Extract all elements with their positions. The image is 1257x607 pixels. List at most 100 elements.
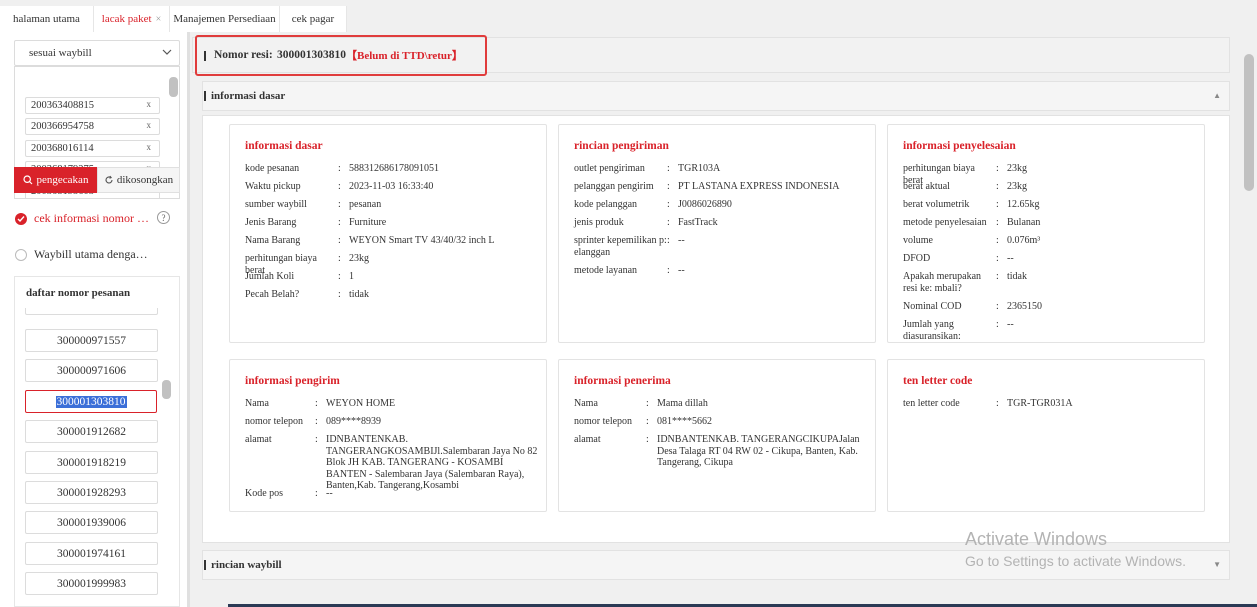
radio-icon [15,248,27,261]
card-title: informasi penyelesaian [903,140,1016,152]
card-title: informasi pengirim [245,375,340,387]
field-row: Waktu pickup:2023-11-03 16:33:40 [245,181,434,192]
field-row: DFOD: -- [903,253,1014,264]
field-row: alamat: IDNBANTENKAB. TANGERANGCIKUPAJala… [574,434,860,469]
field-row: pelanggan pengirim: PT LASTANA EXPRESS IN… [574,181,840,192]
list-item-text: 300001918219 [57,456,126,469]
chevron-down-icon [162,49,172,55]
field-row: Jenis Barang: Furniture [245,217,387,228]
field-row: Nama Barang: WEYON Smart TV 43/40/32 inch… [245,235,495,246]
waybill-chip: 200366954758 x [25,118,160,135]
list-item-selected[interactable]: 300001303810 [25,390,157,413]
list-item[interactable]: 300001912682 [25,420,158,443]
field-row: Jumlah Koli:1 [245,271,354,282]
caret-up-icon[interactable]: ▲ [1213,91,1221,100]
search-type-select[interactable]: sesuai waybill [14,40,180,66]
option-cek-informasi[interactable]: cek informasi nomor … [15,211,149,226]
search-button[interactable]: pengecakan [14,167,97,193]
main-scrollbar[interactable] [1244,54,1254,191]
list-item[interactable]: 300001939006 [25,511,158,534]
field-row: Jumlah yang diasuransikan:: -- [903,319,1014,342]
help-icon[interactable]: ? [157,211,170,224]
caret-down-icon[interactable]: ▼ [1213,560,1221,569]
list-item[interactable]: 300001918219 [25,451,158,474]
list-item-text: 300000971557 [57,334,126,347]
tab-label: halaman utama [13,13,80,25]
remove-icon[interactable]: x [147,99,152,109]
list-item-text: 300001928293 [57,486,126,499]
clear-button-label: dikosongkan [116,174,174,186]
search-button-label: pengecakan [36,174,89,186]
card-informasi-penerima: informasi penerima Nama: Mama dillah nomo… [558,359,876,512]
list-item[interactable]: 300001974161 [25,542,158,565]
section-title: informasi dasar [211,90,286,102]
list-item-text: 300001912682 [57,425,126,438]
list-item[interactable]: 300000971557 [25,329,158,352]
list-item-text: 300000971606 [57,364,126,377]
highlight-box [195,35,487,76]
option-waybill-utama[interactable]: Waybill utama denga… [15,247,148,262]
section-informasi-dasar[interactable]: informasi dasar ▲ [202,81,1230,111]
tab-label: lacak paket [101,13,152,25]
waybill-chip: 200368016114 x [25,140,160,157]
search-icon [22,175,32,185]
field-row: ten letter code: TGR-TGR031A [903,398,1073,409]
field-row: metode layanan: -- [574,265,685,276]
field-row: outlet pengiriman: TGR103A [574,163,721,174]
field-row: sumber waybill: pesanan [245,199,382,210]
remove-icon[interactable]: x [147,142,152,152]
tab-halaman-utama[interactable]: halaman utama [0,6,94,32]
orders-title: daftar nomor pesanan [14,276,180,308]
card-informasi-dasar: informasi dasar kode pesanan:58831268617… [229,124,547,343]
section-title: rincian waybill [211,559,282,571]
card-informasi-pengirim: informasi pengirim Nama: WEYON HOME nomor… [229,359,547,512]
card-rincian-pengiriman: rincian pengiriman outlet pengiriman: TGR… [558,124,876,343]
field-row: metode penyelesaian: Bulanan [903,217,1041,228]
check-icon [15,212,27,225]
list-item[interactable]: 300001928293 [25,481,158,504]
field-row: Nama: WEYON HOME [245,398,396,409]
field-row: alamat: IDNBANTENKAB. TANGERANGKOSAMBIJl.… [245,434,538,492]
tab-label: Manajemen Persediaan [173,13,276,25]
field-row: sprinter kepemilikan p: elanggan: -- [574,235,685,258]
tab-cek-pagar[interactable]: cek pagar [280,6,347,32]
list-item-text: 300001939006 [57,516,126,529]
order-list[interactable]: 30000097... 300000971557 300000971606 30… [14,308,180,607]
list-item-text: 300001303810 [55,395,127,408]
option-label: Waybill utama denga… [34,247,148,261]
remove-icon[interactable]: x [147,120,152,130]
card-ten-letter-code: ten letter code ten letter code: TGR-TGR0… [887,359,1205,512]
close-icon[interactable]: × [156,14,162,25]
tab-lacak-paket[interactable]: lacak paket × [94,6,170,32]
select-value: sesuai waybill [29,47,92,59]
windows-activation-title: Activate Windows [965,529,1108,549]
waybill-chip-text: 200366954758 [31,121,94,132]
card-title: informasi penerima [574,375,671,387]
field-row: Nama: Mama dillah [574,398,708,409]
list-item[interactable]: 300001999983 [25,572,158,595]
field-row: nomor telepon:089****8939 [245,416,381,427]
scrollbar[interactable] [162,380,171,399]
clear-button[interactable]: dikosongkan [97,167,180,193]
windows-activation-subtitle: Go to Settings to activate Windows. [965,553,1186,569]
field-row: kode pelanggan: J0086026890 [574,199,732,210]
field-row: jenis produk: FastTrack [574,217,718,228]
scrollbar[interactable] [169,77,178,97]
sidebar: sesuai waybill 200363408815 x 20036695475… [0,32,187,607]
list-item-text: 300001999983 [57,577,126,590]
waybill-chip-text: 200363408815 [31,100,94,111]
tab-manajemen-persediaan[interactable]: Manajemen Persediaan [170,6,280,32]
field-row: berat volumetrik:12.65kg [903,199,1040,210]
refresh-icon [105,175,113,184]
waybill-chip: 200363408815 x [25,97,160,114]
field-row: nomor telepon:081****5662 [574,416,712,427]
list-item-text: 300001974161 [57,547,126,560]
info-panel: informasi dasar kode pesanan:58831268617… [202,115,1230,543]
main-content: Nomor resi: 300001303810 【Belum di TTD\r… [190,32,1257,607]
list-item[interactable]: 300000971606 [25,359,158,382]
card-title: rincian pengiriman [574,140,669,152]
list-item[interactable]: 30000097... [25,308,158,315]
field-row: berat aktual:23kg [903,181,1027,192]
card-title: informasi dasar [245,140,323,152]
field-row: Pecah Belah?: tidak [245,289,369,300]
